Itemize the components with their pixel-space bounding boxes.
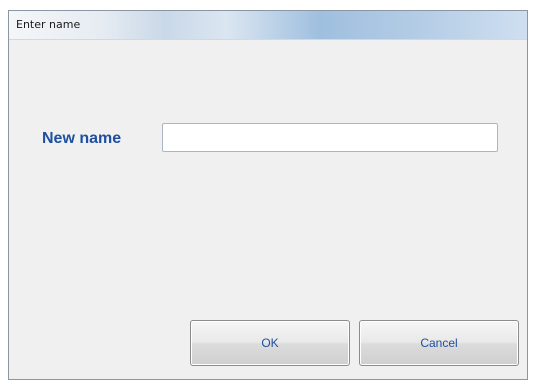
title-bar[interactable]: Enter name [9, 11, 527, 40]
enter-name-dialog: Enter name New name OK Cancel [8, 10, 528, 380]
dialog-title: Enter name [16, 18, 81, 31]
new-name-input[interactable] [162, 123, 498, 152]
new-name-label: New name [42, 130, 122, 147]
cancel-button[interactable]: Cancel [359, 320, 519, 366]
ok-button[interactable]: OK [190, 320, 350, 366]
